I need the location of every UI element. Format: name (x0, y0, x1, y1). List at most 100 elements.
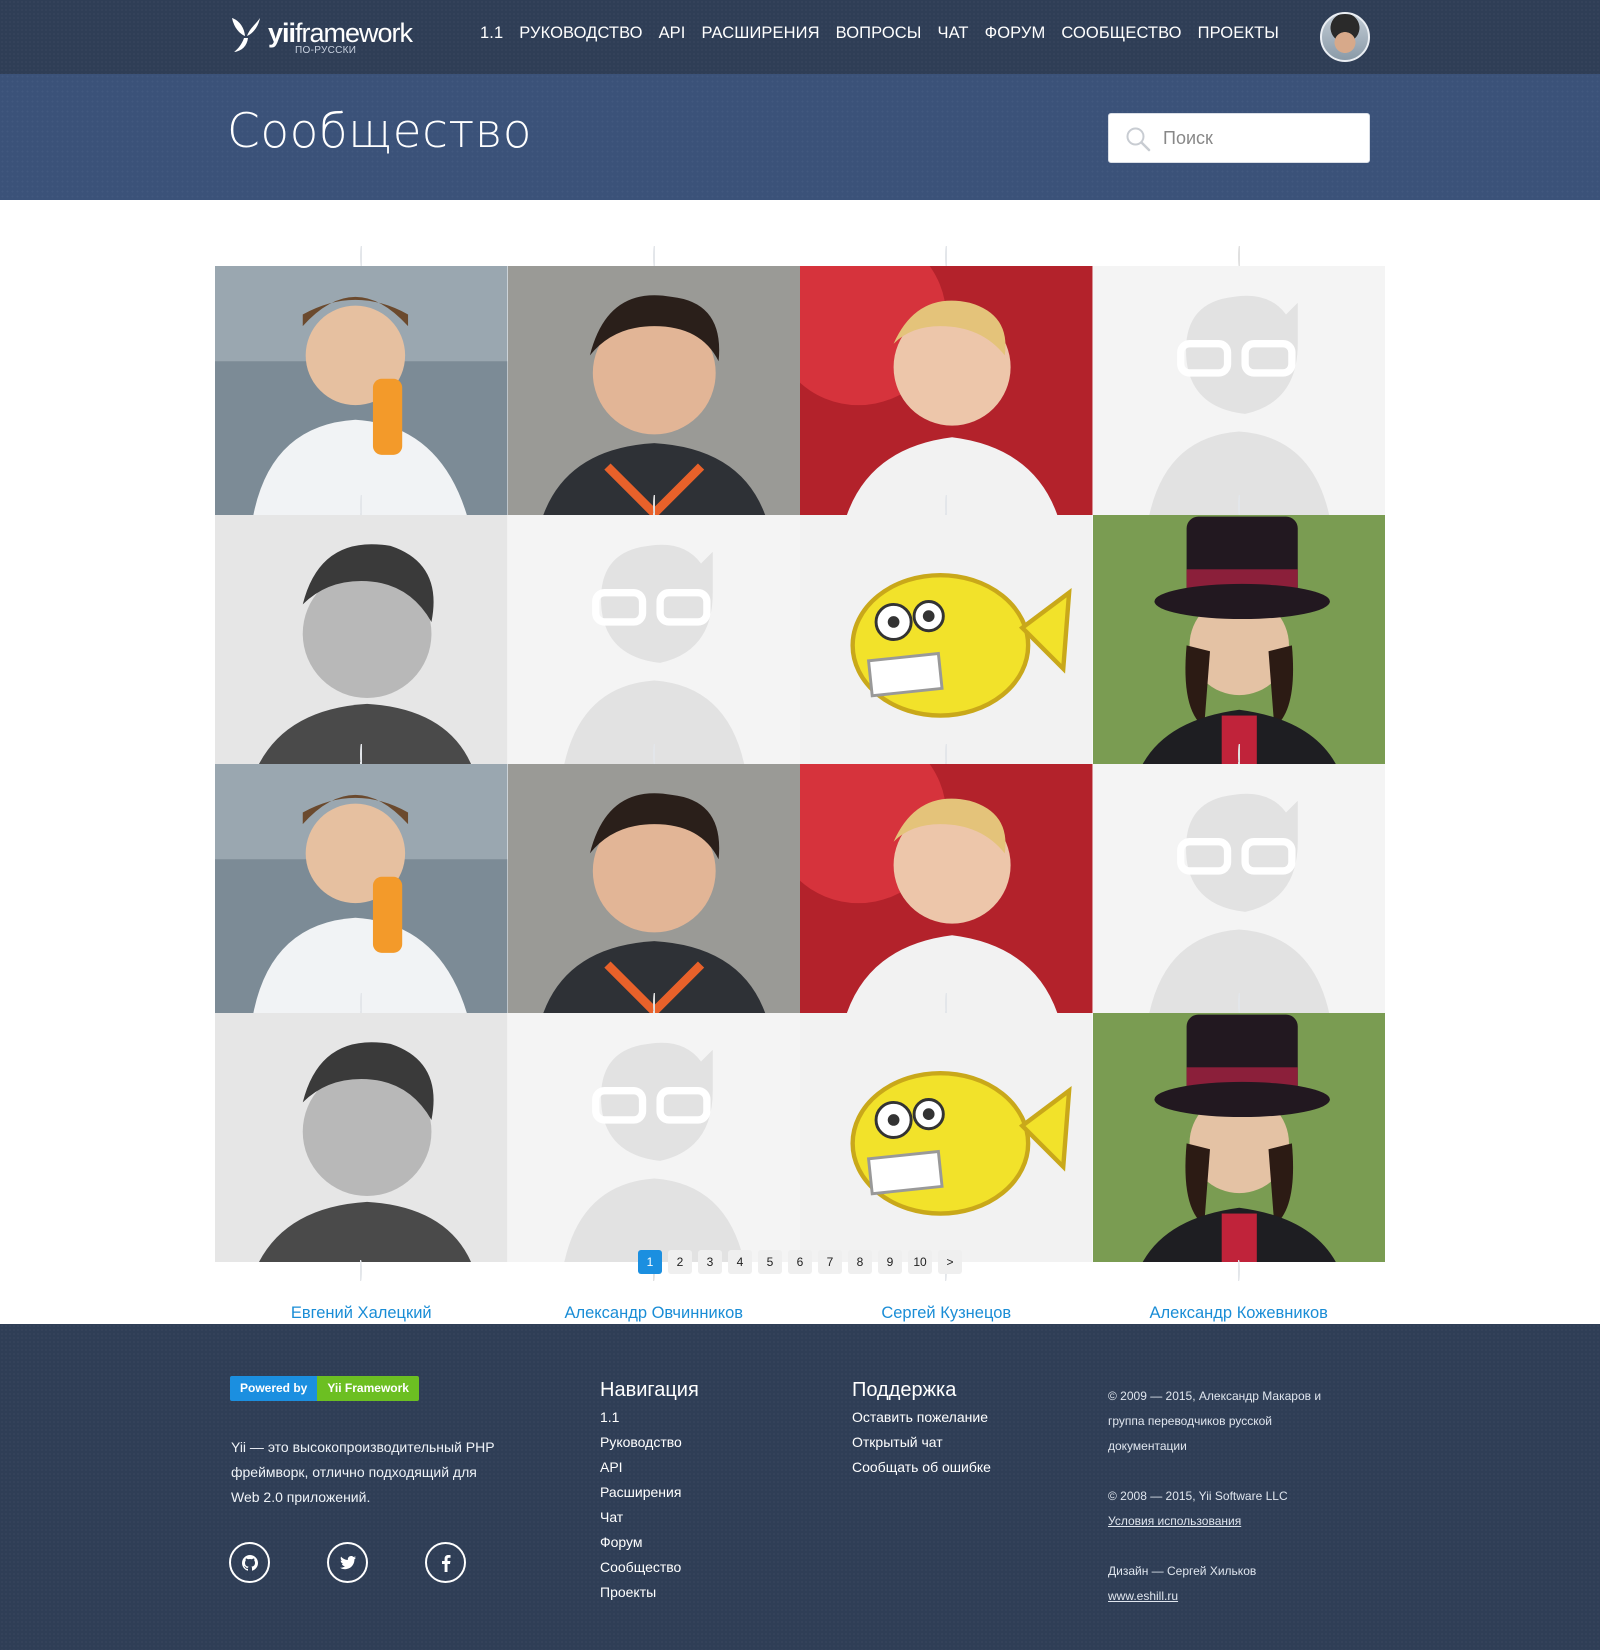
member-name[interactable]: Сергей Кузнецов (800, 1304, 1093, 1323)
member-avatar[interactable] (1092, 744, 1385, 1032)
footer-navigation: Навигация 1.1 Руководство API Расширения… (600, 1379, 699, 1605)
top-navbar: yiiframework ПО-РУССКИ 1.1 РУКОВОДСТВО A… (0, 0, 1600, 74)
page-title: Сообщество (227, 104, 533, 159)
page-4-button[interactable]: 4 (728, 1250, 752, 1274)
page-7-button[interactable]: 7 (818, 1250, 842, 1274)
nav-item-api[interactable]: API (659, 24, 686, 43)
footer-support: Поддержка Оставить пожелание Открытый ча… (852, 1379, 991, 1480)
member-avatar[interactable] (507, 495, 800, 783)
member-avatar[interactable] (1092, 993, 1385, 1281)
next-page-button[interactable]: > (938, 1250, 962, 1274)
member-card: Александр ОвчинниковРегистрация1 августа… (507, 993, 800, 1371)
member-card: Константин МиринРегистрация13 июня 2015 … (215, 246, 508, 624)
member-avatar[interactable] (800, 495, 1093, 783)
nav-item-guide[interactable]: РУКОВОДСТВО (519, 24, 642, 43)
logo-subtitle: ПО-РУССКИ (295, 45, 357, 56)
footer-support-title: Поддержка (852, 1379, 957, 1401)
yii-leaf-icon (232, 18, 260, 52)
member-card: Александр ПетроченковРегистрация10 авгус… (1092, 246, 1385, 624)
member-card: Сергей КузнецовРегистрация1 августа 2001… (800, 993, 1093, 1371)
facebook-icon (441, 1554, 450, 1572)
member-card: Александр КожевниковРегистрация1 августа… (1092, 495, 1385, 873)
site-logo[interactable]: yiiframework ПО-РУССКИ (228, 14, 413, 60)
footer-copyright: © 2009 — 2015, Александр Макаров и групп… (1108, 1384, 1338, 1634)
member-card: Александр ОвчинниковРегистрация1 августа… (507, 495, 800, 873)
search-box (1108, 113, 1370, 163)
member-name[interactable]: Александр Овчинников (508, 1304, 801, 1323)
page-8-button[interactable]: 8 (848, 1250, 872, 1274)
footer-link-api[interactable]: API (600, 1455, 699, 1480)
powered-by-badge[interactable]: Powered by Yii Framework (230, 1376, 419, 1401)
member-avatar[interactable] (1092, 246, 1385, 534)
footer-link-forum[interactable]: Форум (600, 1530, 699, 1555)
github-link[interactable] (229, 1542, 270, 1583)
member-avatar[interactable] (800, 993, 1093, 1281)
member-name[interactable]: Евгений Халецкий (215, 1304, 508, 1323)
terms-link[interactable]: Условия использования (1108, 1514, 1241, 1528)
social-links (229, 1542, 466, 1583)
footer-link-chat[interactable]: Чат (600, 1505, 699, 1530)
page-10-button[interactable]: 10 (908, 1250, 932, 1274)
footer-link-wish[interactable]: Оставить пожелание (852, 1405, 991, 1430)
nav-item-chat[interactable]: ЧАТ (938, 24, 969, 43)
member-card: Сергей КузнецовРегистрация1 августа 2001… (800, 495, 1093, 873)
search-icon (1126, 127, 1151, 152)
nav-item-questions[interactable]: ВОПРОСЫ (836, 24, 922, 43)
nav-item-version[interactable]: 1.1 (480, 24, 503, 43)
pagination: 1 2 3 4 5 6 7 8 9 10 > (638, 1250, 962, 1274)
footer-link-report-bug[interactable]: Сообщать об ошибке (852, 1455, 991, 1480)
footer-link-projects[interactable]: Проекты (600, 1580, 699, 1605)
member-avatar[interactable] (507, 246, 800, 534)
members-grid: Константин МиринРегистрация13 июня 2015 … (215, 246, 1385, 1371)
twitter-link[interactable] (327, 1542, 368, 1583)
github-icon (241, 1554, 258, 1571)
user-avatar[interactable] (1320, 12, 1370, 62)
member-card: Александр КожевниковРегистрация1 августа… (1092, 993, 1385, 1371)
designer-link[interactable]: www.eshill.ru (1108, 1589, 1178, 1603)
powered-by-label: Powered by (230, 1376, 318, 1401)
nav-item-forum[interactable]: ФОРУМ (985, 24, 1046, 43)
page-header-band: Сообщество (0, 74, 1600, 200)
page-5-button[interactable]: 5 (758, 1250, 782, 1274)
copyright-yii: © 2008 — 2015, Yii Software LLC (1108, 1489, 1288, 1503)
footer: Powered by Yii Framework Yii — это высок… (0, 1324, 1600, 1650)
member-card: Евгений ХалецкийРегистрация1 августа 200… (215, 993, 508, 1371)
member-avatar[interactable] (215, 993, 508, 1281)
page-3-button[interactable]: 3 (698, 1250, 722, 1274)
member-avatar[interactable] (800, 744, 1093, 1032)
member-avatar[interactable] (215, 744, 508, 1032)
member-avatar[interactable] (215, 246, 508, 534)
footer-about: Yii — это высокопроизводительный PHP фре… (231, 1439, 495, 1505)
member-card: Алексей ЛукьяненкоРегистрация21 августа … (800, 246, 1093, 624)
nav-item-community[interactable]: СООБЩЕСТВО (1061, 24, 1181, 43)
page-6-button[interactable]: 6 (788, 1250, 812, 1274)
footer-nav-title: Навигация (600, 1379, 699, 1401)
page-1-button[interactable]: 1 (638, 1250, 662, 1274)
copyright-translators: © 2009 — 2015, Александр Макаров и групп… (1108, 1389, 1322, 1453)
nav-item-projects[interactable]: ПРОЕКТЫ (1198, 24, 1279, 43)
main-nav: 1.1 РУКОВОДСТВО API РАСШИРЕНИЯ ВОПРОСЫ Ч… (480, 24, 1295, 43)
page-2-button[interactable]: 2 (668, 1250, 692, 1274)
member-avatar[interactable] (800, 246, 1093, 534)
member-avatar[interactable] (215, 495, 508, 783)
search-input[interactable] (1163, 114, 1363, 162)
footer-link-community[interactable]: Сообщество (600, 1555, 699, 1580)
member-avatar[interactable] (507, 744, 800, 1032)
member-card: Александр МакаровРегистрация1 августа 20… (507, 744, 800, 1122)
footer-link-extensions[interactable]: Расширения (600, 1480, 699, 1505)
footer-link-open-chat[interactable]: Открытый чат (852, 1430, 991, 1455)
member-avatar[interactable] (1092, 495, 1385, 783)
member-name[interactable]: Александр Кожевников (1093, 1304, 1386, 1323)
page-9-button[interactable]: 9 (878, 1250, 902, 1274)
nav-item-extensions[interactable]: РАСШИРЕНИЯ (701, 24, 819, 43)
powered-by-name: Yii Framework (317, 1376, 419, 1401)
twitter-icon (339, 1555, 356, 1569)
member-card: Александр ПетроченковРегистрация10 авгус… (1092, 744, 1385, 1122)
design-credit: Дизайн — Сергей Хильков (1108, 1564, 1257, 1578)
footer-link-version[interactable]: 1.1 (600, 1405, 699, 1430)
member-avatar[interactable] (507, 993, 800, 1281)
member-card: Евгений ХалецкийРегистрация1 августа 200… (215, 495, 508, 873)
member-card: Константин МиринРегистрация13 июня 2015 … (215, 744, 508, 1122)
facebook-link[interactable] (425, 1542, 466, 1583)
footer-link-guide[interactable]: Руководство (600, 1430, 699, 1455)
